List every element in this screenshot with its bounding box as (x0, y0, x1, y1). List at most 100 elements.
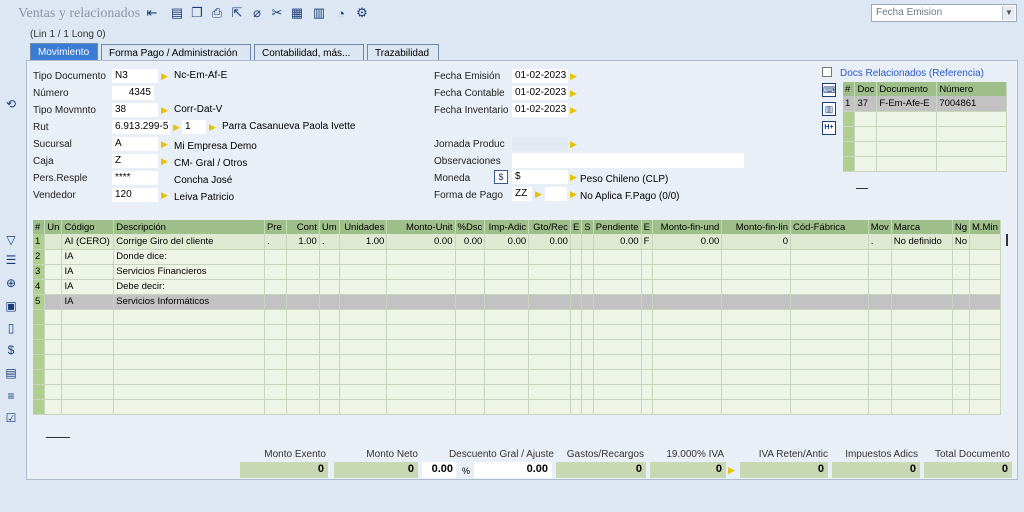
target-icon[interactable]: ⊕ (3, 275, 19, 291)
filter-icon[interactable]: ▽ (3, 232, 19, 248)
impuestos-value: 0 (832, 462, 920, 478)
settings-icon[interactable]: ⚙ (353, 4, 371, 22)
monto-neto-value: 0 (334, 462, 418, 478)
numero-field[interactable]: 4345 (112, 86, 154, 100)
fecha-contable-field[interactable]: 01-02-2023 (512, 86, 568, 100)
forma-pago-extra-field[interactable] (545, 187, 567, 201)
docs-columns-icon[interactable]: ▥ (822, 102, 836, 116)
cell-n: 5 (33, 294, 46, 310)
caja-field[interactable]: Z (112, 154, 158, 168)
table-row[interactable] (843, 156, 1007, 172)
fecha-inventario-lookup-icon[interactable]: ▶ (570, 103, 578, 117)
table-row[interactable] (33, 339, 1001, 355)
table-row[interactable]: 2 IA Donde dice: (33, 249, 1001, 265)
rut-field[interactable]: 6.913.299-5 (112, 120, 170, 134)
rut-label: Rut (33, 122, 49, 133)
forma-pago-lookup-icon[interactable]: ▶ (535, 187, 543, 201)
table-row[interactable]: 1 AI (CERO) Corrige Giro del cliente . 1… (33, 234, 1001, 250)
tipo-documento-lookup-icon[interactable]: ▶ (161, 69, 169, 83)
docs-add-icon[interactable]: H+ (822, 121, 836, 135)
pers-resp-field[interactable]: **** (112, 171, 158, 185)
grid-scrollbar[interactable] (1006, 234, 1008, 246)
fecha-emision-lookup-icon[interactable]: ▶ (570, 69, 578, 83)
table-row[interactable] (33, 399, 1001, 415)
grid-hscroll-indicator[interactable] (46, 437, 70, 438)
sucursal-lookup-icon[interactable]: ▶ (161, 137, 169, 151)
tools-icon[interactable]: ✂ (268, 4, 286, 22)
table-row[interactable] (843, 141, 1007, 157)
fecha-emision-field[interactable]: 01-02-2023 (512, 69, 568, 83)
monto-exento-value: 0 (240, 462, 328, 478)
barcode-icon[interactable]: ▥ (310, 4, 328, 22)
tab-movimiento[interactable]: Movimiento (30, 43, 98, 61)
table-row[interactable]: 5 IA Servicios Informáticos (33, 294, 1001, 310)
observaciones-field[interactable] (512, 153, 744, 168)
export-icon[interactable]: ⇱ (228, 4, 246, 22)
table-row[interactable] (33, 324, 1001, 340)
jornada-lookup-icon[interactable]: ▶ (570, 137, 578, 151)
currency-icon[interactable]: $ (494, 170, 508, 184)
col-unidades: Unidades (339, 220, 388, 234)
sucursal-field[interactable]: A (112, 137, 158, 151)
vendedor-field[interactable]: 120 (112, 188, 158, 202)
table-row[interactable] (33, 354, 1001, 370)
tipo-movimiento-field[interactable]: 38 (112, 103, 158, 117)
vendedor-lookup-icon[interactable]: ▶ (161, 188, 169, 202)
table-row[interactable] (843, 111, 1007, 127)
comment-icon[interactable]: ◔ (332, 4, 350, 22)
tab-trazabilidad[interactable]: Trazabilidad (367, 44, 439, 61)
chevron-down-icon[interactable]: ▼ (1002, 6, 1015, 20)
table-row[interactable]: 4 IA Debe decir: (33, 279, 1001, 295)
fecha-contable-lookup-icon[interactable]: ▶ (570, 86, 578, 100)
moneda-lookup-icon[interactable]: ▶ (570, 170, 578, 184)
forma-pago-extra-lookup-icon[interactable]: ▶ (570, 187, 578, 201)
col-codigo: Código (61, 220, 115, 234)
tab-forma-pago[interactable]: Forma Pago / Administración (101, 44, 251, 61)
docs-relacionados-checkbox[interactable] (822, 67, 832, 77)
col-pre: Pre (264, 220, 287, 234)
book-icon[interactable]: ▯ (3, 320, 19, 336)
col-e2: E (641, 220, 653, 234)
refresh-icon[interactable]: ⟲ (3, 96, 19, 112)
moneda-label: Moneda (434, 173, 471, 184)
cell-codigo: IA (61, 294, 115, 310)
rut-seq-lookup-icon[interactable]: ▶ (209, 120, 217, 134)
iva-lookup-icon[interactable]: ▶ (728, 462, 736, 478)
rut-lookup-icon[interactable]: ▶ (173, 120, 181, 134)
zoom-icon[interactable]: ⌀ (248, 4, 266, 22)
document-icon[interactable]: ▤ (3, 365, 19, 381)
copy-icon[interactable]: ❐ (188, 4, 206, 22)
table-row[interactable] (33, 309, 1001, 325)
descuento-value-field[interactable]: 0.00 (474, 462, 552, 478)
tab-contabilidad[interactable]: Contabilidad, más... (254, 44, 364, 61)
fecha-inventario-field[interactable]: 01-02-2023 (512, 103, 568, 117)
moneda-field[interactable]: $ (512, 170, 568, 184)
descuento-pct-field[interactable]: 0.00 (422, 462, 456, 478)
col-n: # (33, 220, 46, 234)
calendar-icon[interactable]: ▣ (3, 298, 19, 314)
save-icon[interactable]: ▤ (168, 4, 186, 22)
print-icon[interactable]: ⎙ (208, 4, 226, 22)
table-row[interactable]: 3 IA Servicios Financieros (33, 264, 1001, 280)
cell-monto-fin-und: 0.00 (652, 234, 723, 250)
grid-icon[interactable]: ▦ (288, 4, 306, 22)
tipo-movimiento-lookup-icon[interactable]: ▶ (161, 103, 169, 117)
table-row[interactable] (33, 369, 1001, 385)
table-row[interactable]: 1 37 F-Em-Afe-E 7004861 (843, 96, 1007, 112)
docs-keyboard-icon[interactable]: ⌨ (822, 83, 836, 97)
check-icon[interactable]: ☑ (3, 410, 19, 426)
caja-lookup-icon[interactable]: ▶ (161, 154, 169, 168)
forma-pago-field[interactable]: ZZ (512, 187, 532, 201)
list-icon[interactable]: ☰ (3, 252, 19, 268)
sort-select[interactable]: Fecha Emision ▼ (871, 4, 1017, 22)
rut-seq-field[interactable]: 1 (182, 120, 206, 134)
back-icon[interactable]: ⇤ (143, 4, 161, 22)
cell-imp-adic: 0.00 (484, 234, 530, 250)
cell-monto-unit: 0.00 (386, 234, 456, 250)
table-row[interactable] (843, 126, 1007, 142)
stack-icon[interactable]: ≡ (3, 388, 19, 404)
money-icon[interactable]: $ (3, 342, 19, 358)
jornada-field[interactable] (512, 137, 568, 151)
table-row[interactable] (33, 384, 1001, 400)
tipo-documento-field[interactable]: N3 (112, 69, 158, 83)
